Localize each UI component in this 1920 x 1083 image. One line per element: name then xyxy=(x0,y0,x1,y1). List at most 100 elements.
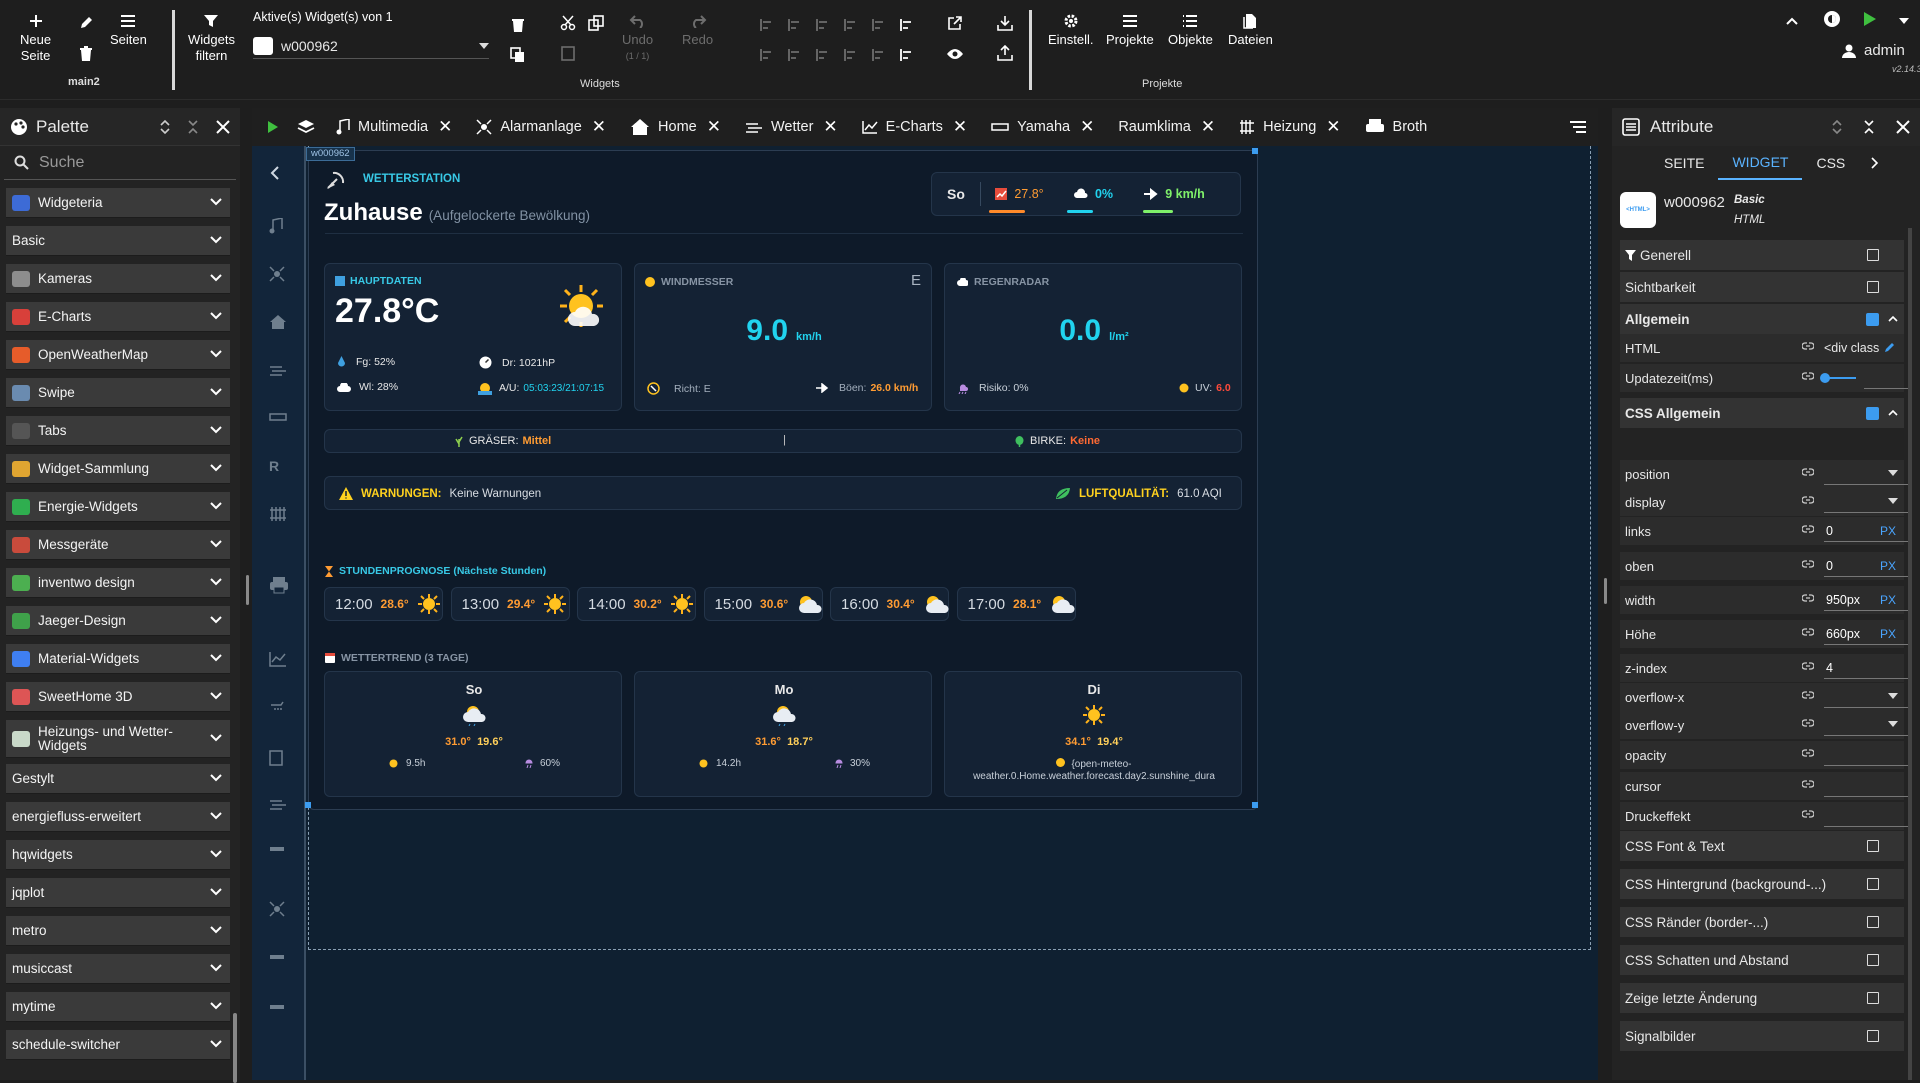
link-icon[interactable] xyxy=(1802,594,1814,602)
palette-item[interactable]: E-Charts xyxy=(6,302,230,332)
undo-button[interactable]: Undo (1 / 1) xyxy=(622,10,653,64)
duplicate-button[interactable] xyxy=(584,12,608,34)
align-top-button[interactable] xyxy=(782,14,806,36)
dropdown-arrow-icon[interactable] xyxy=(1888,693,1898,699)
edit-page-button[interactable] xyxy=(74,12,98,34)
close-icon[interactable]: ✕ xyxy=(823,117,837,137)
settings-button[interactable]: Einstell. xyxy=(1048,10,1094,48)
palette-item[interactable]: Swipe xyxy=(6,378,230,408)
weather-widget[interactable]: WETTERSTATION Zuhause (Aufgelockerte Bew… xyxy=(308,150,1258,810)
tab-page[interactable]: SEITE xyxy=(1650,146,1718,180)
palette-item[interactable]: hqwidgets xyxy=(6,840,230,870)
tab-alarmanlage[interactable]: Alarmanlage ✕ xyxy=(464,108,618,146)
theme-button[interactable] xyxy=(1820,8,1844,30)
delete-widget-button[interactable] xyxy=(506,14,530,36)
section-checkbox[interactable] xyxy=(1867,878,1879,890)
link-icon[interactable] xyxy=(1802,810,1814,818)
link-icon[interactable] xyxy=(1802,780,1814,788)
weather-icon[interactable] xyxy=(269,364,289,382)
palette-item[interactable]: Kameras xyxy=(6,264,230,294)
section-collapsed[interactable]: Zeige letzte Änderung xyxy=(1620,983,1904,1013)
receiver-icon[interactable] xyxy=(269,412,289,430)
collapse-toolbar-button[interactable] xyxy=(1780,10,1804,32)
bring-front-button[interactable] xyxy=(894,14,918,36)
section-sichtbarkeit-checkbox[interactable] xyxy=(1867,281,1879,293)
palette-scrollbar[interactable] xyxy=(233,1013,237,1083)
tab-css[interactable]: CSS xyxy=(1802,146,1859,180)
palette-item[interactable]: OpenWeatherMap xyxy=(6,340,230,370)
attributes-resize-handle[interactable] xyxy=(1604,578,1607,604)
link-icon[interactable] xyxy=(1802,342,1814,350)
dropdown-arrow-icon[interactable] xyxy=(1888,498,1898,504)
palette-item[interactable]: mytime xyxy=(6,992,230,1022)
attributes-scrollbar[interactable] xyxy=(1908,228,1912,1080)
alarm-icon[interactable] xyxy=(269,266,289,284)
section-generell-checkbox[interactable] xyxy=(1867,249,1879,261)
css-property-input[interactable]: 4 xyxy=(1824,661,1910,679)
unit-px[interactable]: PX xyxy=(1880,559,1896,573)
alarm-icon[interactable] xyxy=(269,901,289,919)
chevron-right-icon[interactable] xyxy=(1871,157,1879,169)
palette-item[interactable]: Messgeräte xyxy=(6,530,230,560)
html-value[interactable]: <div class xyxy=(1824,341,1879,355)
filter-widgets-button[interactable]: Widgets filtern xyxy=(188,10,235,64)
palette-item[interactable]: jqplot xyxy=(6,878,230,908)
palette-item[interactable]: Energie-Widgets xyxy=(6,492,230,522)
tab-raumklima[interactable]: Raumklima ✕ xyxy=(1106,108,1227,146)
close-icon[interactable]: ✕ xyxy=(1201,117,1215,137)
tab-wetter[interactable]: Wetter ✕ xyxy=(733,108,850,146)
link-icon[interactable] xyxy=(1802,468,1814,476)
slider-icon[interactable] xyxy=(269,1004,289,1022)
same-height-button[interactable] xyxy=(866,44,890,66)
section-collapsed[interactable]: CSS Ränder (border-...) xyxy=(1620,907,1904,937)
shower-icon[interactable] xyxy=(269,701,289,719)
css-property-input[interactable] xyxy=(1824,748,1910,766)
section-css-checkbox[interactable] xyxy=(1866,406,1879,420)
sort-icon[interactable] xyxy=(160,119,170,135)
palette-item[interactable]: musiccast xyxy=(6,954,230,984)
link-icon[interactable] xyxy=(1802,496,1814,504)
chart-icon[interactable] xyxy=(269,651,289,669)
section-collapsed[interactable]: CSS Hintergrund (background-...) xyxy=(1620,869,1904,899)
dropdown-arrow-icon[interactable] xyxy=(1888,721,1898,727)
import-button[interactable] xyxy=(993,12,1017,34)
cut-button[interactable] xyxy=(556,12,580,34)
section-allgemein[interactable]: Allgemein xyxy=(1620,304,1904,334)
section-collapsed[interactable]: CSS Schatten und Abstand xyxy=(1620,945,1904,975)
update-slider-thumb[interactable] xyxy=(1820,373,1830,383)
palette-item[interactable]: metro xyxy=(6,916,230,946)
raumklima-icon[interactable]: R xyxy=(269,458,289,476)
css-property-input[interactable] xyxy=(1824,809,1910,827)
send-back-button[interactable] xyxy=(894,44,918,66)
tab-heizung[interactable]: Heizung ✕ xyxy=(1227,108,1352,146)
run-button[interactable] xyxy=(1858,8,1882,30)
chevron-left-icon[interactable] xyxy=(269,166,289,184)
css-property-input[interactable]: 660px xyxy=(1824,627,1910,645)
close-icon[interactable] xyxy=(1896,120,1910,134)
user-menu[interactable]: admin xyxy=(1842,42,1905,59)
palette-item[interactable]: Heizungs- und Wetter-Widgets xyxy=(6,720,230,758)
collapse-all-icon[interactable] xyxy=(1864,119,1874,135)
css-property-input[interactable]: 0 xyxy=(1824,559,1910,577)
slider-icon[interactable] xyxy=(269,954,289,972)
objects-button[interactable]: Objekte xyxy=(1168,10,1213,48)
link-icon[interactable] xyxy=(1802,662,1814,670)
house-icon[interactable] xyxy=(269,314,289,332)
unit-px[interactable]: PX xyxy=(1880,627,1896,641)
chevron-up-icon[interactable] xyxy=(1888,316,1898,322)
css-property-input[interactable]: 0 xyxy=(1824,524,1910,542)
tab-yamaha[interactable]: Yamaha ✕ xyxy=(979,108,1106,146)
edit-icon[interactable] xyxy=(1884,341,1896,353)
close-icon[interactable]: ✕ xyxy=(1080,117,1094,137)
files-button[interactable]: Dateien xyxy=(1228,10,1273,48)
redo-button[interactable]: Redo xyxy=(682,10,713,48)
section-checkbox[interactable] xyxy=(1867,916,1879,928)
align-center-h-button[interactable] xyxy=(810,44,834,66)
open-external-button[interactable] xyxy=(943,12,967,34)
palette-item[interactable]: energiefluss-erweitert xyxy=(6,802,230,832)
align-bottom-button[interactable] xyxy=(782,44,806,66)
section-checkbox[interactable] xyxy=(1867,840,1879,852)
link-icon[interactable] xyxy=(1802,525,1814,533)
palette-item[interactable]: Jaeger-Design xyxy=(6,606,230,636)
search-input[interactable] xyxy=(39,153,219,172)
